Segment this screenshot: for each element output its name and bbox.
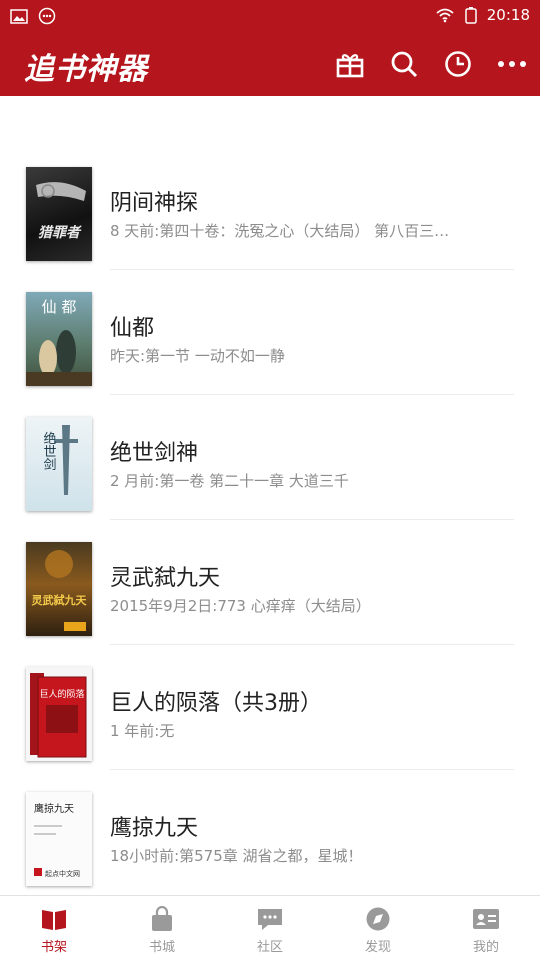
history-button[interactable] (442, 48, 474, 80)
bookshelf-icon (42, 910, 66, 930)
chat-icon (38, 7, 56, 25)
cover-art: 巨人的陨落 (30, 673, 87, 758)
tab-profile[interactable]: 我的 (432, 896, 540, 961)
profile-card-icon (473, 909, 499, 929)
cover-title: 巨人的陨落 (39, 688, 84, 700)
wifi-icon (436, 8, 454, 23)
cover-title: 猎罪者 (38, 224, 82, 241)
cover-art: 绝世剑 (41, 425, 78, 495)
search-button[interactable] (388, 48, 420, 80)
image-icon (10, 8, 28, 24)
book-row[interactable]: 猎罪者 阴间神探 8 天前:第四十卷：洗冤之心（大结局） 第八百三… (0, 145, 540, 270)
cover-title: 灵武弑九天 (32, 593, 88, 607)
book-latest-chapter: 2 月前:第一卷 第二十一章 大道三千 (110, 472, 349, 490)
more-icon (498, 61, 526, 67)
tab-label: 发现 (364, 940, 391, 955)
cover-art: 灵武弑九天 (32, 550, 88, 631)
book-cover: 巨人的陨落 (26, 667, 92, 761)
book-title: 仙都 (110, 316, 155, 341)
book-cover: 绝世剑 (26, 417, 92, 511)
book-row[interactable]: 仙 都 仙都 昨天:第一节 一动不如一静 (0, 270, 540, 395)
book-cover: 仙 都 (26, 292, 92, 386)
more-button[interactable] (496, 48, 528, 80)
tab-bookshelf[interactable]: 书架 (0, 896, 108, 961)
cover-title: 绝世剑 (41, 431, 57, 471)
bottom-tab-bar: 书架 书城 社区 发现 我的 (0, 895, 540, 961)
status-left (10, 7, 56, 25)
tab-community[interactable]: 社区 (216, 896, 324, 961)
tab-label: 书架 (40, 940, 67, 955)
app-actions (334, 48, 528, 80)
book-latest-chapter: 1 年前:无 (110, 722, 175, 740)
tab-label: 我的 (472, 940, 499, 955)
battery-icon (465, 7, 477, 24)
cover-title: 仙 都 (42, 298, 77, 316)
cover-publisher: 起点中文网 (45, 869, 80, 878)
gift-button[interactable] (334, 48, 366, 80)
gift-icon (336, 54, 364, 78)
bookshelf-list: 猎罪者 阴间神探 8 天前:第四十卷：洗冤之心（大结局） 第八百三… 仙 都 仙… (0, 145, 540, 895)
book-cover: 猎罪者 (26, 167, 92, 261)
history-icon (445, 51, 471, 77)
book-title: 灵武弑九天 (110, 566, 221, 591)
book-cover: 灵武弑九天 (26, 542, 92, 636)
app-title: 追书神器 (24, 52, 148, 87)
cover-title: 鹰掠九天 (34, 802, 74, 815)
tab-bookstore[interactable]: 书城 (108, 896, 216, 961)
book-latest-chapter: 18小时前:第575章 湖省之都，星城！ (110, 847, 363, 865)
search-icon (391, 51, 418, 78)
book-row[interactable]: 巨人的陨落 巨人的陨落（共3册） 1 年前:无 (0, 645, 540, 770)
chat-bubble-icon (258, 909, 282, 930)
book-title: 绝世剑神 (110, 441, 199, 466)
cover-art: 仙 都 (26, 298, 92, 386)
book-title: 鹰掠九天 (110, 816, 199, 841)
book-title: 阴间神探 (110, 191, 199, 216)
tab-label: 书城 (148, 940, 175, 955)
book-row[interactable]: 绝世剑 绝世剑神 2 月前:第一卷 第二十一章 大道三千 (0, 395, 540, 520)
status-right: 20:18 (435, 6, 530, 24)
cover-art: 鹰掠九天 起点中文网 (34, 802, 80, 878)
book-cover: 鹰掠九天 起点中文网 (26, 792, 92, 886)
book-row[interactable]: 灵武弑九天 灵武弑九天 2015年9月2日:773 心痒痒（大结局） (0, 520, 540, 645)
book-latest-chapter: 2015年9月2日:773 心痒痒（大结局） (110, 597, 371, 615)
tab-label: 社区 (256, 940, 283, 955)
cover-art: 猎罪者 (36, 182, 86, 241)
compass-icon (366, 907, 390, 931)
app-bar: 追书神器 (0, 32, 540, 96)
status-bar: 20:18 (0, 0, 540, 32)
book-row[interactable]: 鹰掠九天 起点中文网 鹰掠九天 18小时前:第575章 湖省之都，星城！ (0, 770, 540, 895)
book-latest-chapter: 昨天:第一节 一动不如一静 (110, 347, 285, 365)
bag-icon (152, 906, 172, 931)
status-time: 20:18 (486, 6, 530, 24)
book-latest-chapter: 8 天前:第四十卷：洗冤之心（大结局） 第八百三… (110, 222, 450, 240)
tab-discover[interactable]: 发现 (324, 896, 432, 961)
book-title: 巨人的陨落（共3册） (110, 691, 322, 716)
